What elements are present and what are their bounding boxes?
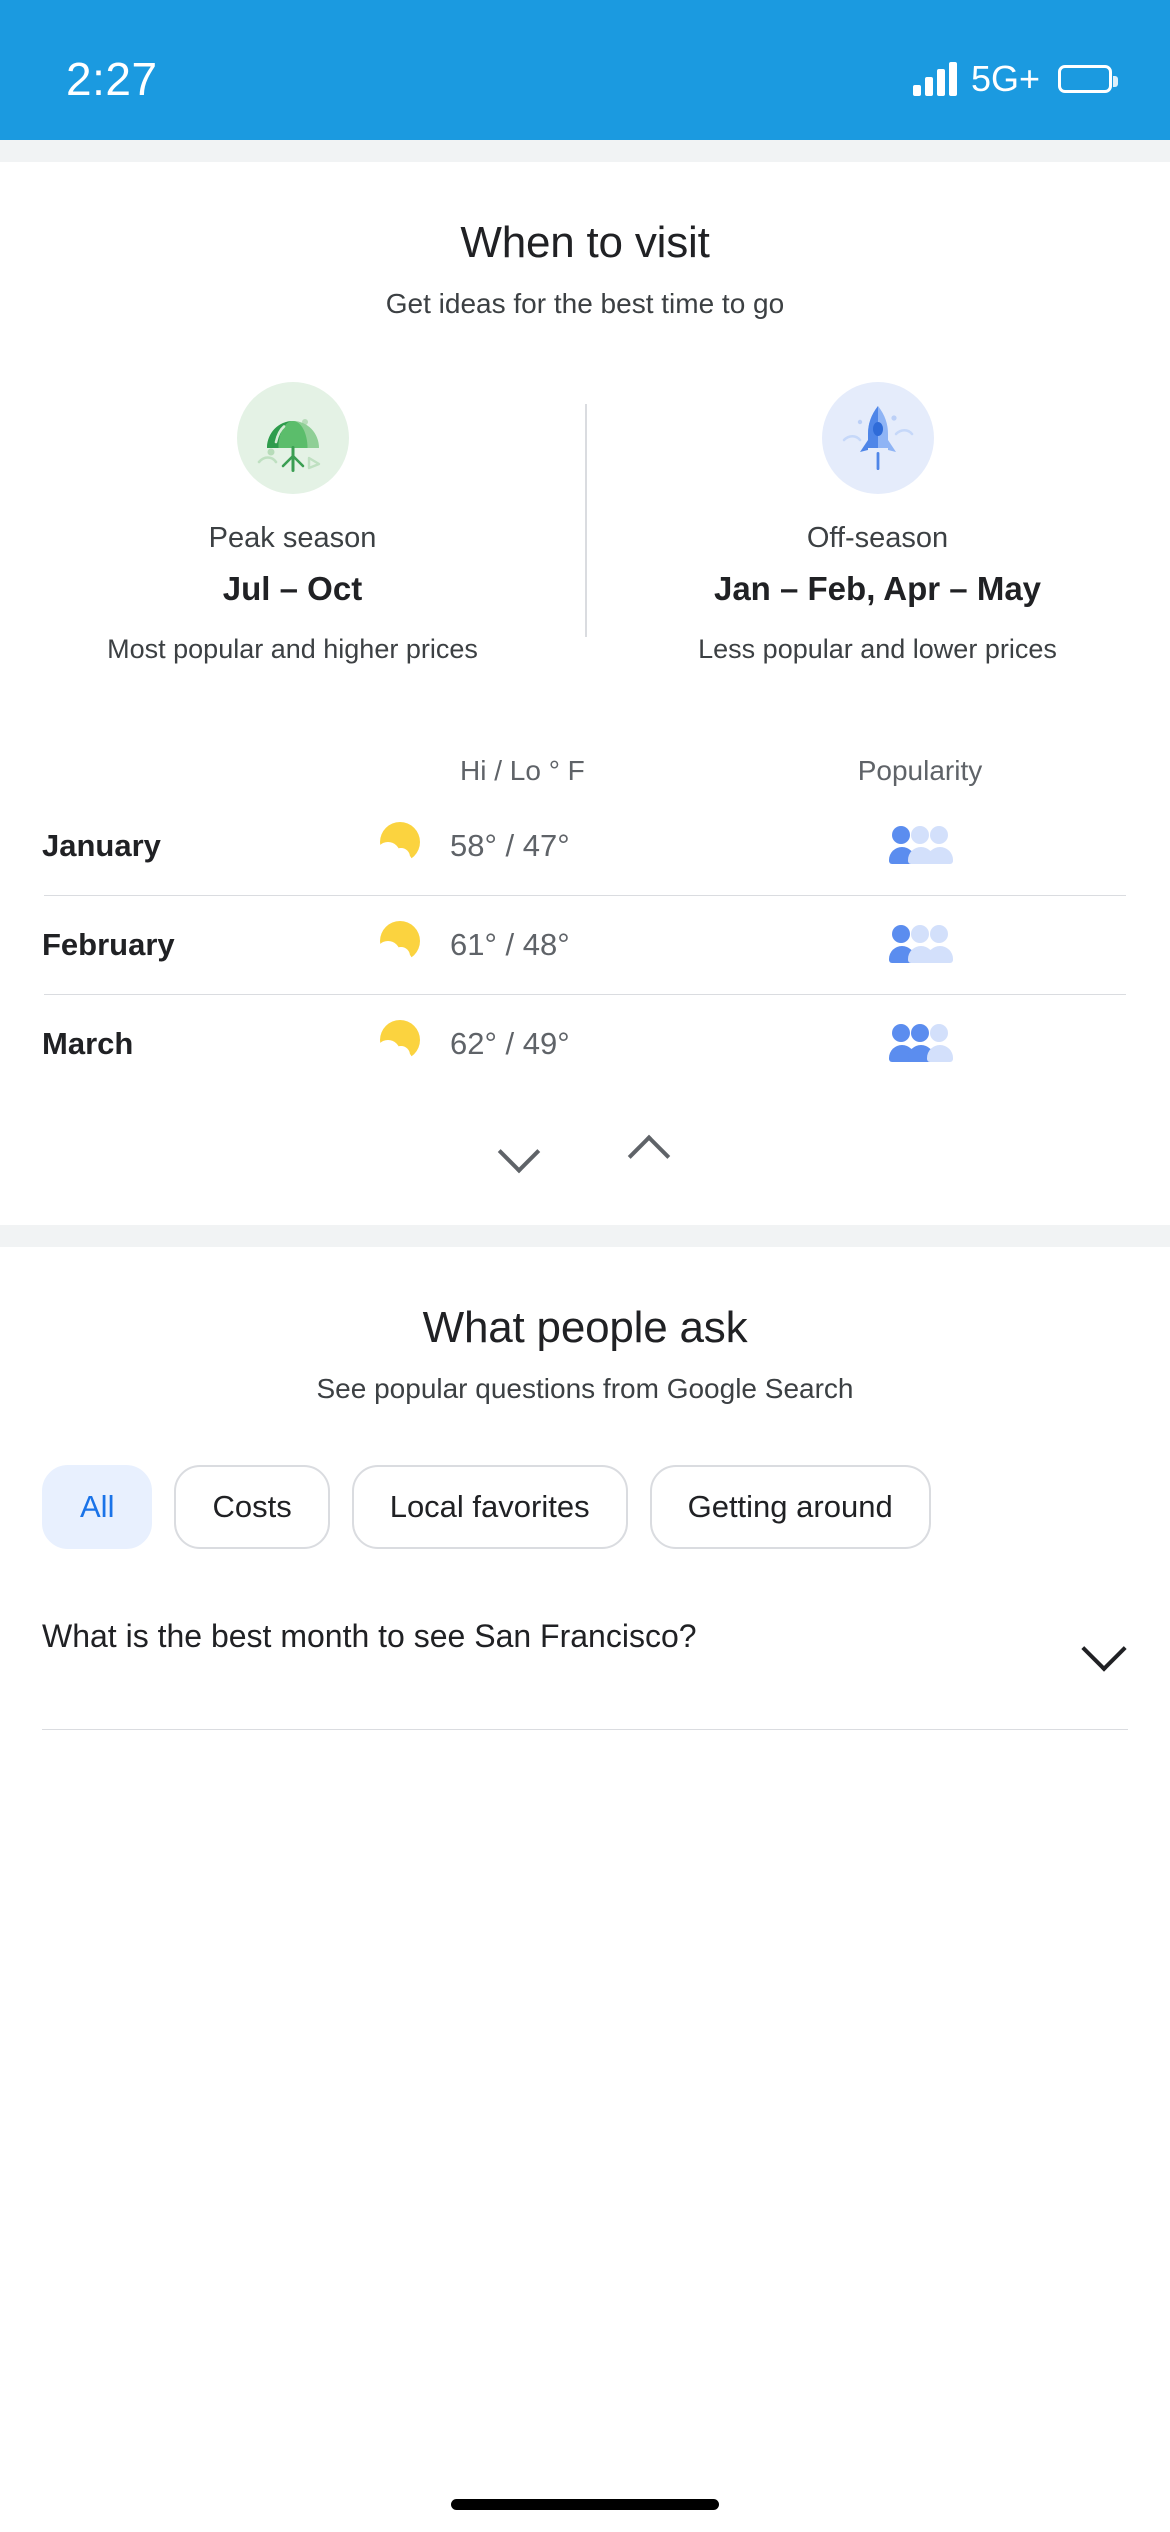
table-row[interactable]: February 61° / 48° [42, 896, 1128, 994]
month-weather: 58° / 47° [372, 820, 712, 872]
status-indicators: 5G+ [912, 58, 1118, 100]
network-type-label: 5G+ [970, 58, 1040, 99]
partly-sunny-icon [372, 1018, 424, 1070]
signal-bars-icon [912, 62, 957, 96]
season-label: Off-season [806, 522, 949, 554]
table-header-row: Hi / Lo ° F Popularity [42, 745, 1128, 797]
season-label: Peak season [208, 522, 377, 554]
status-time: 2:27 [66, 53, 158, 105]
month-temperature: 61° / 48° [450, 927, 570, 963]
season-peak: Peak season Jul – Oct Most popular and h… [0, 382, 585, 667]
chevron-up-icon[interactable] [628, 1135, 672, 1163]
partly-sunny-icon [372, 820, 424, 872]
question-divider [42, 1729, 1128, 1731]
table-row[interactable]: March 62° / 49° [42, 995, 1128, 1093]
table-row[interactable]: January 58° / 47° [42, 797, 1128, 895]
battery-icon [1058, 65, 1118, 93]
umbrella-icon [236, 382, 349, 494]
month-popularity [712, 826, 1128, 866]
season-range: Jan – Feb, Apr – May [713, 570, 1042, 607]
month-name: January [42, 828, 161, 864]
chip-local-favorites[interactable]: Local favorites [351, 1465, 628, 1550]
people-icon [889, 925, 953, 965]
month-popularity [712, 1024, 1128, 1064]
season-range: Jul – Oct [222, 570, 363, 607]
seasons-divider [585, 404, 587, 638]
month-temperature: 58° / 47° [450, 828, 570, 864]
month-temperature: 62° / 49° [450, 1026, 570, 1062]
header-temperature: Hi / Lo ° F [460, 755, 585, 787]
month-weather: 62° / 49° [372, 1018, 712, 1070]
when-to-visit-card: When to visit Get ideas for the best tim… [0, 162, 1170, 1190]
status-bar: 2:27 5G+ [0, 0, 1170, 140]
seasons-row: Peak season Jul – Oct Most popular and h… [0, 382, 1170, 667]
rocket-icon [821, 382, 934, 494]
months-table: Hi / Lo ° F Popularity January 58° / 47° [0, 745, 1170, 1163]
page-title: When to visit [460, 218, 710, 267]
header-popularity: Popularity [857, 755, 983, 787]
month-name: March [42, 1026, 134, 1062]
month-name: February [42, 927, 175, 963]
people-icon [889, 1024, 953, 1064]
chip-getting-around[interactable]: Getting around [649, 1465, 931, 1550]
ask-subtitle: See popular questions from Google Search [316, 1373, 854, 1405]
season-off: Off-season Jan – Feb, Apr – May Less pop… [585, 382, 1170, 667]
chip-all[interactable]: All [42, 1465, 153, 1550]
category-chips[interactable]: All Costs Local favorites Getting around [0, 1465, 1170, 1550]
chip-costs[interactable]: Costs [174, 1465, 330, 1550]
what-people-ask-card: What people ask See popular questions fr… [0, 1247, 1170, 1741]
question-text: What is the best month to see San Franci… [42, 1618, 697, 1655]
question-item[interactable]: What is the best month to see San Franci… [0, 1615, 1170, 1661]
month-weather: 61° / 48° [372, 919, 712, 971]
season-description: Less popular and lower prices [698, 633, 1057, 664]
section-gap-top [0, 140, 1170, 162]
home-indicator [451, 2499, 719, 2510]
page-subtitle: Get ideas for the best time to go [385, 288, 785, 319]
season-description: Most popular and higher prices [107, 633, 478, 664]
month-popularity [712, 925, 1128, 965]
table-expand-controls [42, 1135, 1128, 1163]
section-gap [0, 1225, 1170, 1248]
partly-sunny-icon [372, 919, 424, 971]
people-icon [889, 826, 953, 866]
chevron-down-icon[interactable] [1082, 1631, 1128, 1661]
chevron-down-icon[interactable] [498, 1135, 542, 1163]
ask-title: What people ask [422, 1303, 748, 1353]
